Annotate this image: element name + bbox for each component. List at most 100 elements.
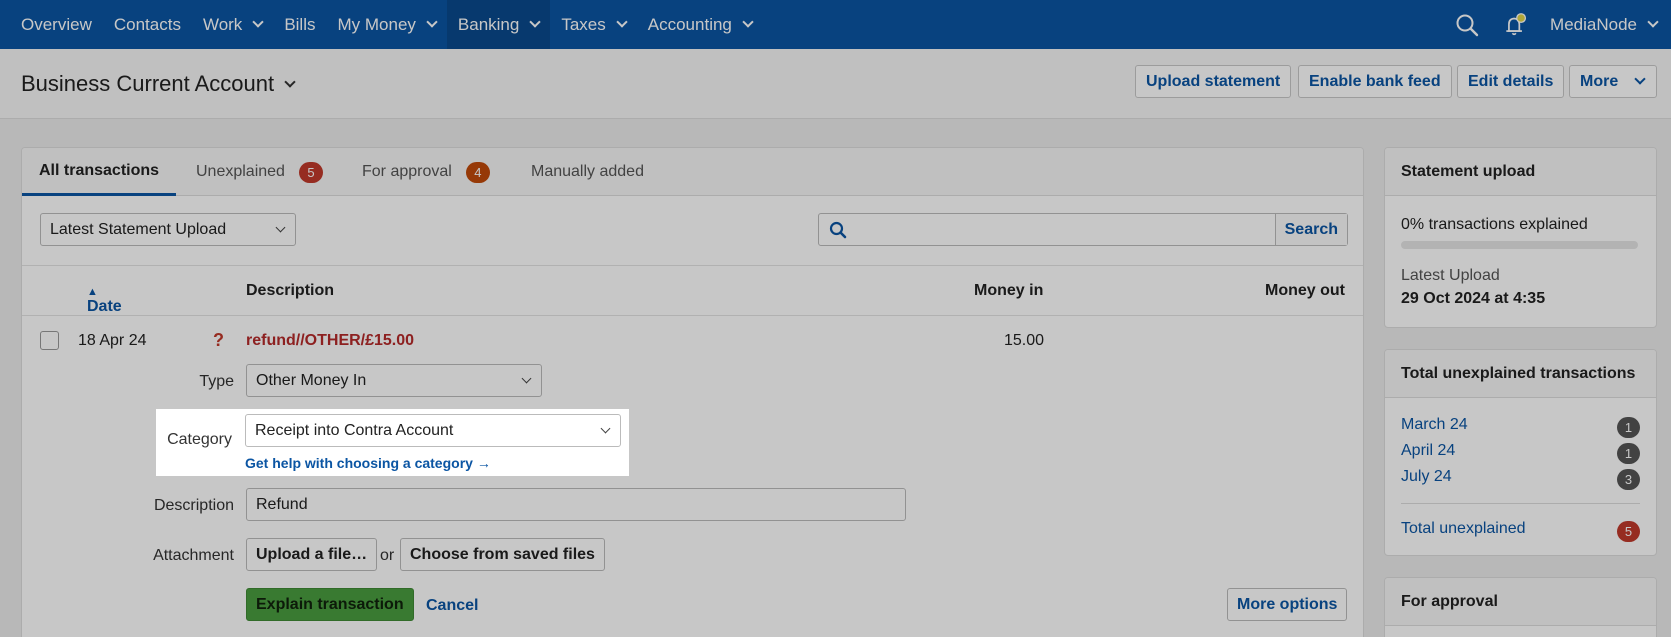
nav-accounting-label: Accounting xyxy=(647,14,732,34)
chevron-down-icon xyxy=(600,423,611,434)
nav-work-label: Work xyxy=(202,14,243,34)
upload-file-label: Upload a file… xyxy=(256,545,368,563)
filter-value: Latest Statement Upload xyxy=(50,220,227,238)
chevron-down-icon xyxy=(742,16,754,28)
tab-unexplained-label: Unexplained xyxy=(196,163,285,180)
date-header-label: Date xyxy=(87,298,122,315)
tab-approval-label: For approval xyxy=(362,163,452,180)
more-options-label: More options xyxy=(1237,595,1338,613)
description-input[interactable]: Refund xyxy=(246,488,906,521)
tab-manually-added[interactable]: Manually added xyxy=(531,148,644,196)
nav-taxes[interactable]: Taxes xyxy=(550,0,636,49)
search-button[interactable]: Search xyxy=(1274,214,1347,245)
nav-banking-label: Banking xyxy=(457,14,520,34)
enable-bank-feed-label: Enable bank feed xyxy=(1309,72,1441,90)
row-checkbox[interactable] xyxy=(40,331,59,350)
tab-all-label: All transactions xyxy=(39,161,160,179)
nav-taxes-label: Taxes xyxy=(561,14,606,34)
chevron-down-icon xyxy=(1634,73,1646,85)
more-options-button[interactable]: More options xyxy=(1227,588,1348,621)
chevron-down-icon xyxy=(529,16,542,28)
chevron-down-icon xyxy=(521,373,532,384)
search-icon[interactable] xyxy=(1454,12,1480,38)
unexplained-count-badge: 5 xyxy=(298,161,323,183)
description-value: Refund xyxy=(256,495,308,513)
nav-my-money-label: My Money xyxy=(337,14,416,34)
page-title: Business Current Account xyxy=(21,71,275,96)
top-nav: Overview Contacts Work Bills My Money Ba… xyxy=(0,0,1671,49)
total-unexplained-link[interactable]: Total unexplained xyxy=(1401,520,1526,538)
nav-work[interactable]: Work xyxy=(192,0,273,49)
nav-bills-label: Bills xyxy=(284,14,316,34)
nav-my-money[interactable]: My Money xyxy=(326,0,446,49)
chevron-down-icon xyxy=(275,222,286,233)
tab-unexplained[interactable]: Unexplained 5 xyxy=(196,148,323,196)
total-unexplained-badge: 5 xyxy=(1617,521,1640,542)
description-label: Description xyxy=(153,497,234,514)
category-label: Category xyxy=(167,431,232,448)
chevron-down-icon xyxy=(426,16,438,28)
category-help-link[interactable]: Get help with choosing a category → xyxy=(245,455,491,471)
more-label: More xyxy=(1580,72,1619,90)
description-column-header: Description xyxy=(246,282,335,299)
upload-file-button[interactable]: Upload a file… xyxy=(246,538,378,571)
upload-statement-button[interactable]: Upload statement xyxy=(1135,65,1292,98)
explained-progress-bar xyxy=(1401,241,1638,249)
sort-asc-icon: ▲ xyxy=(87,286,98,298)
row-description: refund//OTHER/£15.00 xyxy=(246,332,415,349)
unexplained-month-link[interactable]: March 24 xyxy=(1401,416,1468,434)
category-value: Receipt into Contra Account xyxy=(255,421,454,439)
attachment-label: Attachment xyxy=(153,547,234,564)
explain-transaction-button[interactable]: Explain transaction xyxy=(246,588,414,621)
cancel-link[interactable]: Cancel xyxy=(426,597,478,615)
nav-right: MediaNode xyxy=(1454,0,1671,49)
latest-upload-label: Latest Upload xyxy=(1401,267,1500,284)
org-menu[interactable]: MediaNode xyxy=(1550,15,1671,35)
transaction-tabs: All transactions Unexplained 5 For approv… xyxy=(22,148,1363,196)
choose-saved-files-button[interactable]: Choose from saved files xyxy=(400,538,605,571)
statement-filter-select[interactable]: Latest Statement Upload xyxy=(40,213,296,246)
chevron-down-icon xyxy=(284,75,296,88)
transactions-toolbar: Latest Statement Upload Search xyxy=(22,196,1363,266)
enable-bank-feed-button[interactable]: Enable bank feed xyxy=(1298,65,1452,98)
nav-accounting[interactable]: Accounting xyxy=(637,0,763,49)
edit-details-label: Edit details xyxy=(1468,72,1554,90)
tab-manual-label: Manually added xyxy=(531,163,644,180)
date-column-header[interactable]: Date ▲ xyxy=(87,282,122,315)
nav-overview[interactable]: Overview xyxy=(0,0,103,49)
nav-banking[interactable]: Banking xyxy=(446,0,551,49)
nav-overview-label: Overview xyxy=(21,14,92,34)
month-count-badge: 1 xyxy=(1617,417,1640,438)
unexplained-summary-panel: Total unexplained transactions March 24 … xyxy=(1384,349,1657,556)
choose-saved-files-label: Choose from saved files xyxy=(410,545,595,563)
upload-statement-label: Upload statement xyxy=(1146,72,1281,90)
unexplained-month-link[interactable]: July 24 xyxy=(1401,468,1452,486)
edit-details-button[interactable]: Edit details xyxy=(1457,65,1565,98)
nav-bills[interactable]: Bills xyxy=(273,0,326,49)
or-text: or xyxy=(380,547,395,564)
search-button-label: Search xyxy=(1284,220,1338,238)
search-icon xyxy=(829,221,847,244)
unexplained-summary-title: Total unexplained transactions xyxy=(1385,350,1656,398)
unexplained-month-link[interactable]: April 24 xyxy=(1401,442,1455,460)
row-money-in: 15.00 xyxy=(1004,332,1045,349)
tab-all-transactions[interactable]: All transactions xyxy=(22,148,177,196)
tab-for-approval[interactable]: For approval 4 xyxy=(362,148,490,196)
org-name: MediaNode xyxy=(1550,14,1637,34)
category-select[interactable]: Receipt into Contra Account xyxy=(245,414,621,447)
chevron-down-icon xyxy=(616,16,628,28)
category-spotlight: Category Receipt into Contra Account Get… xyxy=(156,409,629,476)
nav-contacts[interactable]: Contacts xyxy=(103,0,192,49)
account-switcher[interactable]: Business Current Account xyxy=(21,71,296,97)
search-input[interactable]: Search xyxy=(818,213,1348,246)
more-button[interactable]: More xyxy=(1569,65,1657,98)
type-select[interactable]: Other Money In xyxy=(246,364,542,397)
chevron-down-icon xyxy=(1647,16,1659,28)
statement-upload-title: Statement upload xyxy=(1385,148,1656,196)
transactions-card: All transactions Unexplained 5 For approv… xyxy=(21,147,1364,637)
explain-transaction-label: Explain transaction xyxy=(256,595,404,613)
chevron-down-icon xyxy=(252,16,264,28)
month-count-badge: 3 xyxy=(1617,469,1640,490)
bell-icon[interactable] xyxy=(1502,12,1528,38)
approval-count-badge: 4 xyxy=(465,161,490,183)
